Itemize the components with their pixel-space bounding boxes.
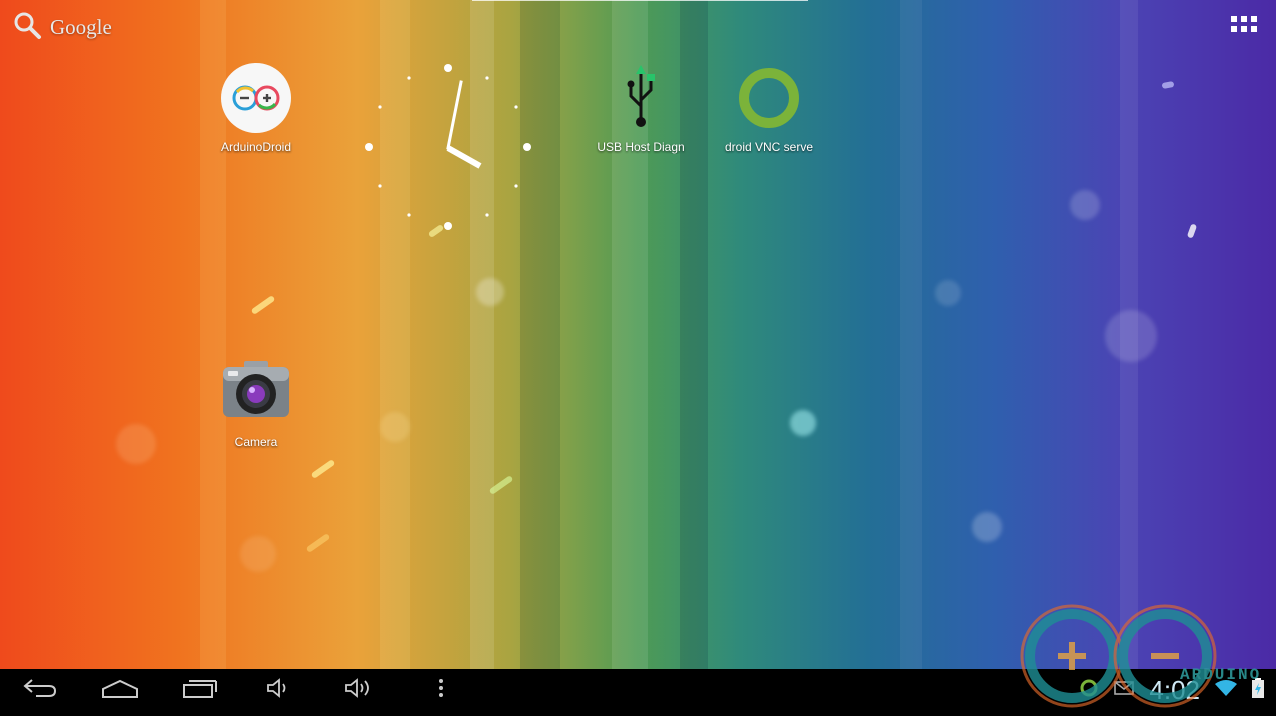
system-navigation-bar: 4:02 (0, 669, 1276, 711)
app-droid-vnc-server[interactable]: droid VNC serve (709, 62, 829, 154)
status-area[interactable]: 4:02 (1079, 669, 1276, 711)
light-streak (250, 295, 276, 315)
app-usb-host-diagnostics[interactable]: USB Host Diagn (581, 62, 701, 154)
camera-icon (220, 357, 292, 429)
home-screen: Google ArduinoDroid USB Host Diagn droid… (0, 0, 1276, 669)
bokeh-particle (116, 424, 156, 464)
wifi-icon (1214, 679, 1238, 702)
app-label: droid VNC serve (724, 140, 814, 154)
home-button[interactable] (90, 669, 150, 711)
app-label: ArduinoDroid (220, 140, 292, 154)
light-streak (1186, 223, 1198, 239)
arduino-icon (220, 62, 292, 134)
app-arduinodroid[interactable]: ArduinoDroid (196, 62, 316, 154)
recent-apps-icon (182, 677, 218, 704)
google-search-bar[interactable]: Google (12, 10, 112, 45)
light-streak (305, 533, 331, 553)
bokeh-particle (790, 410, 816, 436)
vnc-ring-icon (733, 62, 805, 134)
menu-button[interactable] (411, 669, 471, 711)
home-icon (100, 677, 140, 704)
light-streak (1161, 81, 1175, 89)
google-label: Google (50, 15, 112, 39)
bokeh-particle (935, 280, 961, 306)
clock-face-icon (365, 64, 531, 230)
bokeh-particle (1105, 310, 1157, 362)
bokeh-particle (476, 278, 504, 306)
recent-apps-button[interactable] (170, 669, 230, 711)
email-notification-icon (1113, 679, 1135, 702)
app-label: USB Host Diagn (597, 140, 685, 154)
battery-icon (1252, 677, 1264, 703)
top-divider (472, 0, 808, 1)
bokeh-particle (972, 512, 1002, 542)
app-label: Camera (234, 435, 278, 449)
volume-down-icon (265, 677, 293, 704)
usb-icon (605, 62, 677, 134)
vnc-status-icon (1079, 678, 1099, 703)
all-apps-button[interactable] (1231, 16, 1257, 34)
volume-up-button[interactable] (329, 669, 389, 711)
analog-clock-widget[interactable] (362, 62, 534, 234)
volume-down-button[interactable] (249, 669, 309, 711)
bokeh-particle (240, 536, 276, 572)
bokeh-particle (1070, 190, 1100, 220)
bokeh-particle (380, 412, 410, 442)
search-icon (12, 10, 42, 45)
app-camera[interactable]: Camera (196, 357, 316, 449)
overflow-menu-icon (437, 677, 445, 704)
wallpaper-stripe (900, 0, 922, 669)
volume-up-icon (343, 677, 375, 704)
back-button[interactable] (10, 669, 70, 711)
back-icon (22, 677, 58, 704)
light-streak (310, 459, 336, 479)
status-clock: 4:02 (1149, 674, 1200, 705)
